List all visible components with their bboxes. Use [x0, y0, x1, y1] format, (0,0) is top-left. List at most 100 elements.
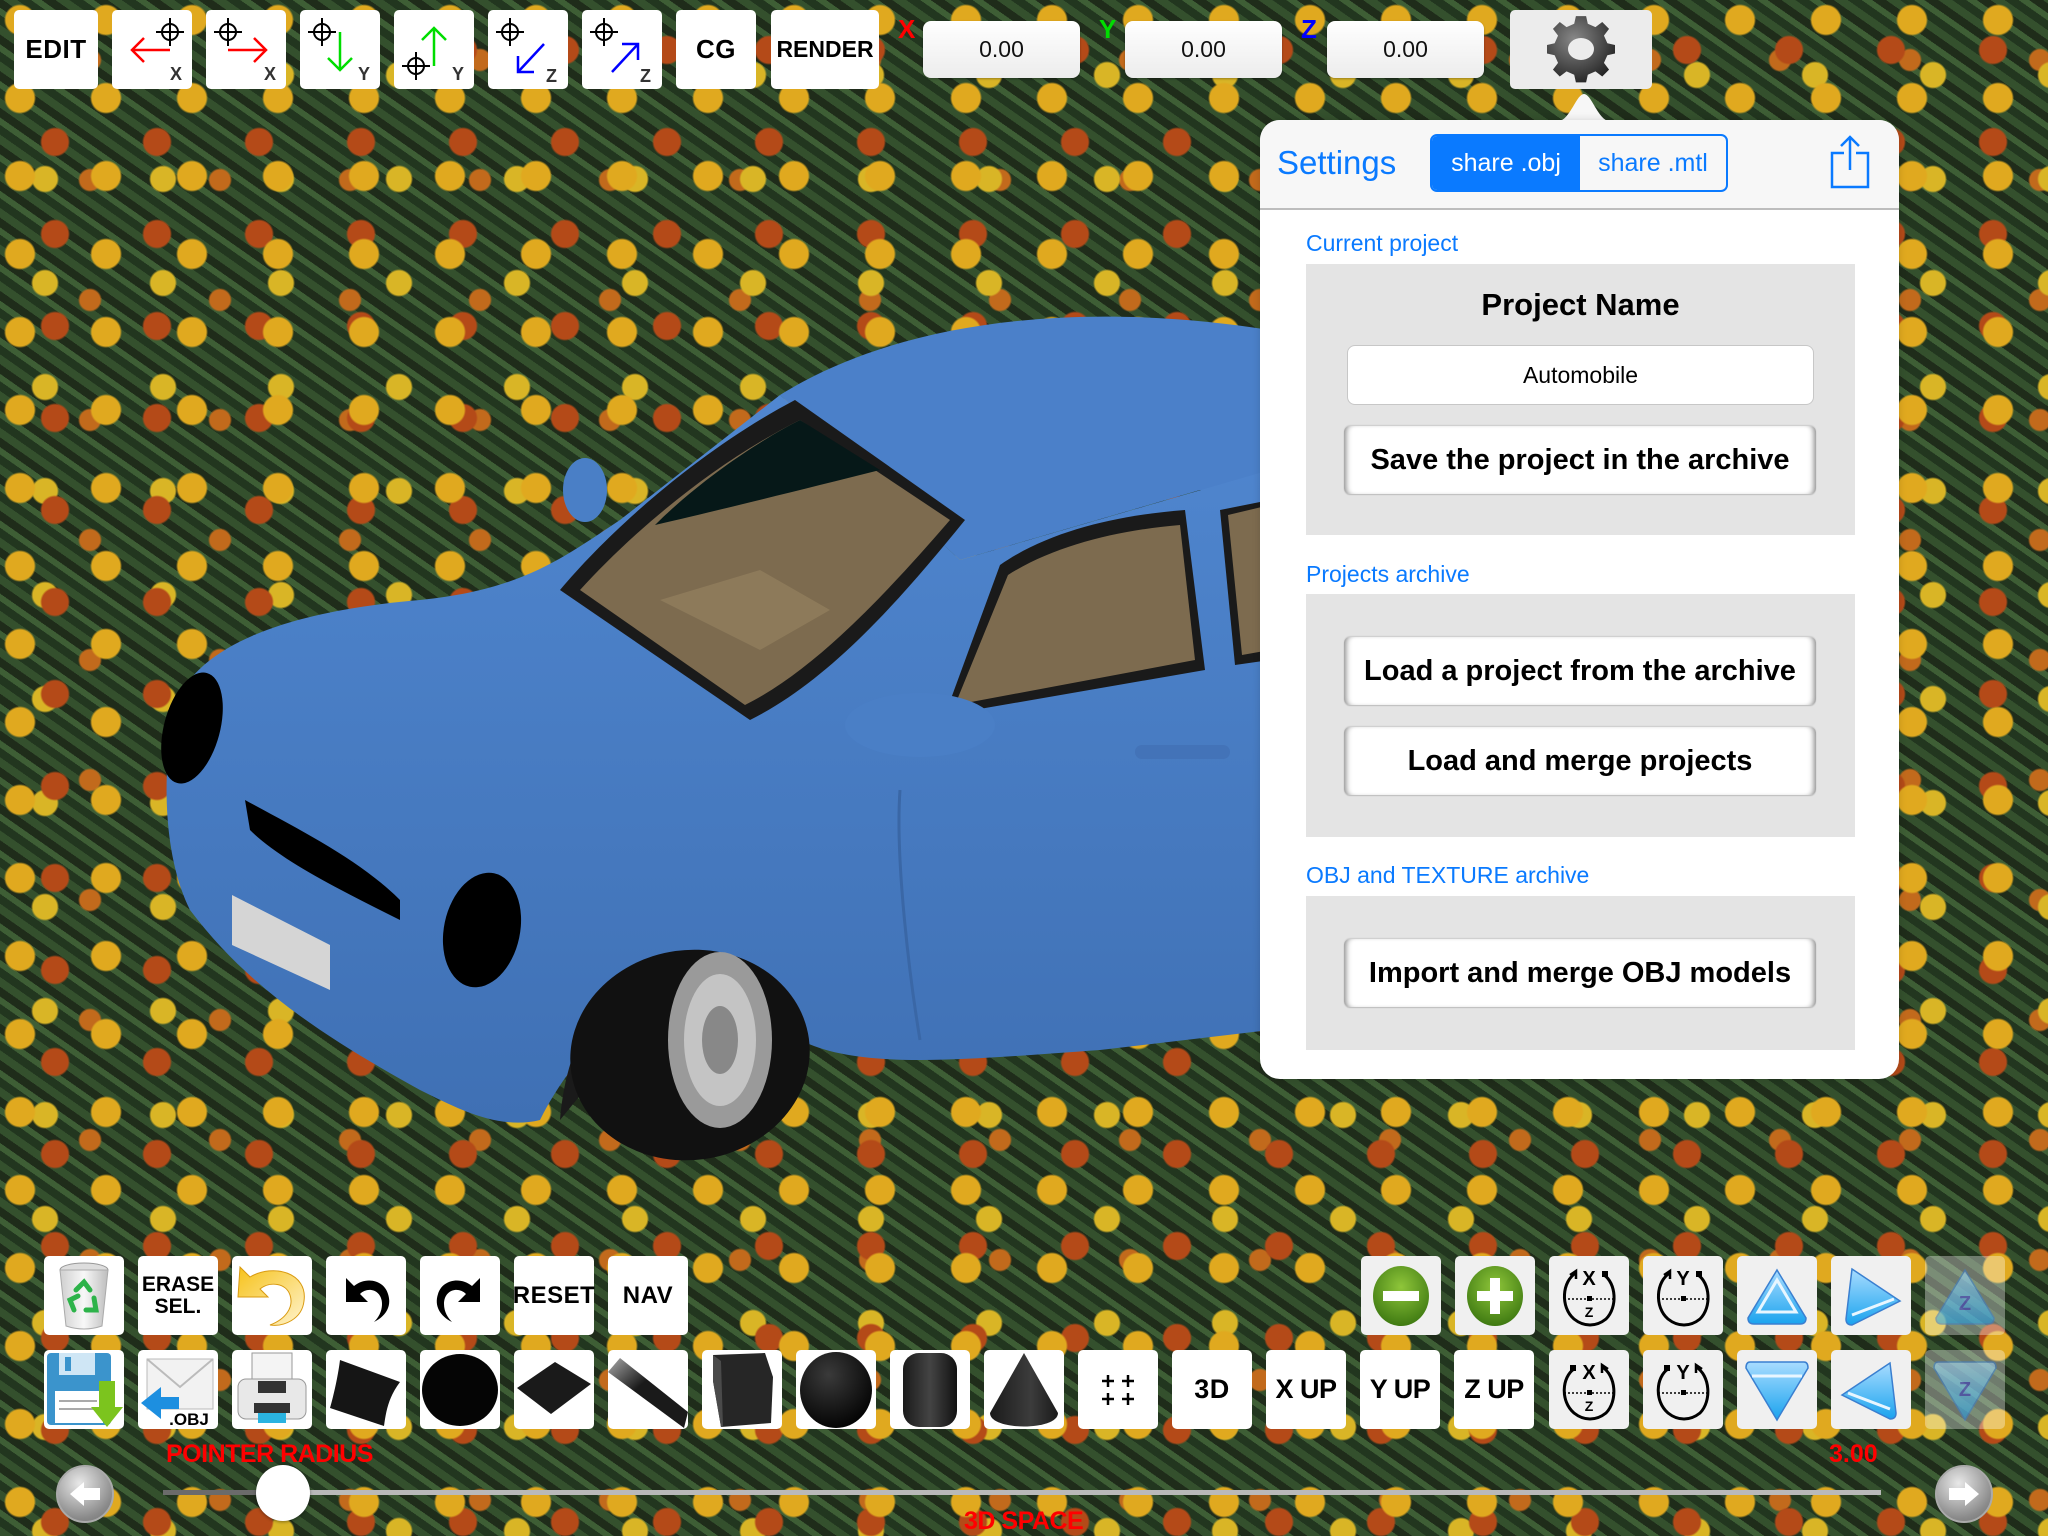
x-coord-field[interactable]: 0.00	[923, 21, 1080, 78]
add-points-button[interactable]	[1078, 1350, 1158, 1429]
render-button[interactable]: RENDER	[771, 10, 879, 89]
pointer-radius-slider[interactable]	[163, 1490, 1881, 1495]
triangle-left-icon	[1840, 1361, 1897, 1420]
recycle-bin-button[interactable]	[44, 1256, 124, 1335]
3d-space-label: 3D SPACE	[964, 1507, 1084, 1535]
move-y-positive-icon: Y	[402, 26, 464, 84]
revert-button[interactable]	[232, 1256, 312, 1335]
move-up-button[interactable]	[1737, 1256, 1817, 1335]
move-y-negative-icon: Y	[308, 18, 370, 84]
sphere-shape-icon	[800, 1351, 872, 1428]
svg-text:X: X	[1582, 1362, 1596, 1384]
rotate-x-cw-button[interactable]: X Z	[1549, 1256, 1629, 1335]
obj-archive-section: Import and merge OBJ models	[1306, 896, 1855, 1050]
obj-label: .OBJ	[169, 1410, 209, 1429]
add-square-button[interactable]	[514, 1350, 594, 1429]
arrow-right-icon	[1949, 1482, 1979, 1506]
current-project-section: Project Name Automobile Save the project…	[1306, 264, 1855, 535]
save-button[interactable]	[44, 1350, 124, 1429]
y-coord-field[interactable]: 0.00	[1125, 21, 1282, 78]
move-x-positive-button[interactable]: X	[206, 10, 286, 89]
print-button[interactable]	[232, 1350, 312, 1429]
move-z-positive-button[interactable]: Z	[582, 10, 662, 89]
pointer-radius-value: 3.00	[1829, 1440, 1878, 1468]
svg-text:Z: Z	[640, 66, 651, 86]
svg-text:X: X	[264, 64, 276, 84]
move-down-button[interactable]	[1737, 1350, 1817, 1429]
move-right-button[interactable]	[1831, 1256, 1911, 1335]
project-name-heading: Project Name	[1481, 287, 1680, 322]
reset-button[interactable]: RESET	[513, 1256, 595, 1335]
zoom-out-button[interactable]	[1361, 1256, 1441, 1335]
save-project-button[interactable]: Save the project in the archive	[1344, 426, 1816, 494]
triangle-up-icon	[1747, 1268, 1807, 1325]
share-obj-segment[interactable]: share .obj	[1432, 136, 1580, 190]
svg-text:Y: Y	[452, 64, 464, 84]
slider-knob[interactable]	[256, 1465, 311, 1521]
project-name-input[interactable]: Automobile	[1347, 345, 1814, 405]
add-sphere-button[interactable]	[796, 1350, 876, 1429]
add-cube-button[interactable]	[702, 1350, 782, 1429]
next-button[interactable]	[1935, 1465, 1993, 1523]
nav-button[interactable]: NAV	[608, 1256, 688, 1335]
z-coord-field[interactable]: 0.00	[1327, 21, 1484, 78]
move-z-up-button[interactable]: Z	[1925, 1256, 2005, 1335]
rotate-y-ccw-button[interactable]: Y	[1643, 1350, 1723, 1429]
settings-button[interactable]	[1510, 10, 1652, 89]
add-plane-button[interactable]	[326, 1350, 406, 1429]
share-mtl-segment[interactable]: share .mtl	[1580, 136, 1726, 190]
move-y-positive-button[interactable]: Y	[394, 10, 474, 89]
move-x-negative-button[interactable]: X	[112, 10, 192, 89]
add-cylinder-button[interactable]	[890, 1350, 970, 1429]
rotate-x-ccw-button[interactable]: X Z	[1549, 1350, 1629, 1429]
undo-button[interactable]	[326, 1256, 406, 1335]
y-coord-label: Y	[1099, 14, 1117, 44]
triangle-down-z-icon: Z	[1933, 1360, 1997, 1421]
move-z-negative-button[interactable]: Z	[488, 10, 568, 89]
add-disc-button[interactable]	[420, 1350, 500, 1429]
view-3d-button[interactable]: 3D	[1172, 1350, 1252, 1429]
rotate-x-icon: X Z	[1563, 1268, 1616, 1326]
z-up-button[interactable]: Z UP	[1454, 1350, 1534, 1429]
x-coord-label: X	[898, 14, 916, 44]
svg-text:Y: Y	[358, 64, 370, 84]
move-z-positive-icon: Z	[590, 18, 651, 86]
zoom-in-button[interactable]	[1455, 1256, 1535, 1335]
import-obj-button[interactable]: Import and merge OBJ models	[1344, 939, 1816, 1007]
move-left-button[interactable]	[1831, 1350, 1911, 1429]
previous-button[interactable]	[56, 1465, 114, 1523]
svg-text:Y: Y	[1676, 1268, 1690, 1290]
undo-icon	[346, 1277, 390, 1322]
load-project-button[interactable]: Load a project from the archive	[1344, 637, 1816, 705]
svg-text:Z: Z	[1585, 1398, 1594, 1414]
popover-arrow	[1556, 94, 1612, 122]
share-icon[interactable]	[1830, 135, 1870, 189]
cone-shape-icon	[990, 1352, 1058, 1426]
square-shape-icon	[517, 1361, 591, 1414]
edit-button[interactable]: EDIT	[14, 10, 98, 89]
move-z-down-button[interactable]: Z	[1925, 1350, 2005, 1429]
rotate-y-icon: Y	[1656, 1362, 1710, 1420]
cylinder-shape-icon	[903, 1352, 957, 1427]
rotate-y-cw-button[interactable]: Y	[1643, 1256, 1723, 1335]
add-cone-button[interactable]	[984, 1350, 1064, 1429]
add-strip-button[interactable]	[608, 1350, 688, 1429]
mail-obj-icon: .OBJ	[141, 1357, 214, 1429]
projects-archive-label: Projects archive	[1306, 561, 1470, 587]
erase-selection-button[interactable]: ERASE SEL.	[138, 1256, 218, 1335]
current-project-label: Current project	[1306, 230, 1459, 256]
cg-button[interactable]: CG	[676, 10, 756, 89]
move-y-negative-button[interactable]: Y	[300, 10, 380, 89]
triangle-down-icon	[1745, 1360, 1809, 1421]
obj-archive-label: OBJ and TEXTURE archive	[1306, 862, 1590, 888]
svg-text:Y: Y	[1676, 1362, 1690, 1384]
arrow-left-icon	[70, 1482, 100, 1506]
x-up-button[interactable]: X UP	[1266, 1350, 1346, 1429]
import-obj-button-toolbar[interactable]: .OBJ	[138, 1350, 218, 1429]
y-up-button[interactable]: Y UP	[1360, 1350, 1440, 1429]
printer-icon	[237, 1352, 307, 1423]
redo-button[interactable]	[420, 1256, 500, 1335]
plus-circle-icon	[1467, 1265, 1523, 1326]
recycle-bin-icon	[59, 1262, 109, 1329]
merge-projects-button[interactable]: Load and merge projects	[1344, 727, 1816, 795]
